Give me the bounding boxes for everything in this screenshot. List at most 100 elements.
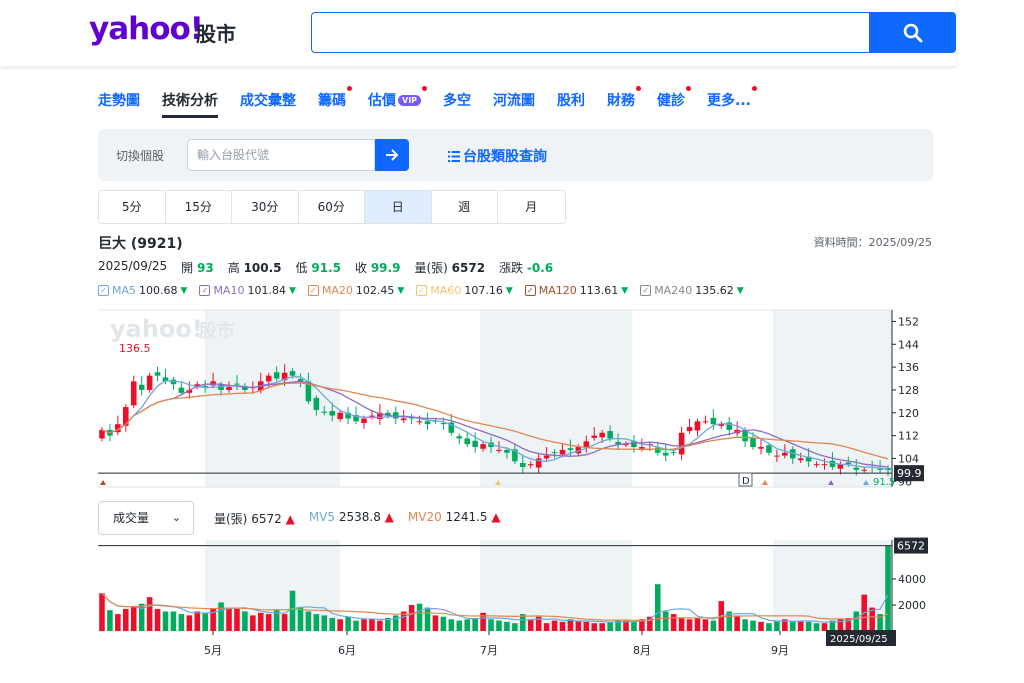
volume-bar: [797, 620, 804, 631]
volume-bar: [599, 623, 605, 631]
candle-body: [329, 411, 336, 416]
candle-body: [821, 464, 828, 466]
candle-body: [424, 421, 431, 425]
volume-bar: [178, 614, 185, 631]
volume-bar: [123, 608, 129, 631]
candle-body: [702, 421, 709, 423]
candle-body: [567, 448, 574, 450]
month-band: [205, 540, 340, 631]
event-triangle: [100, 480, 106, 485]
y-tick-label: 152: [898, 315, 919, 328]
candle-body: [599, 432, 605, 438]
date-tag-text: 2025/09/25: [830, 634, 888, 645]
volume-bar: [575, 620, 582, 631]
volume-bar: [218, 602, 224, 631]
candle-body: [464, 438, 470, 445]
candle-body: [861, 469, 867, 471]
volume-bar: [377, 620, 383, 631]
candle-body: [845, 462, 852, 465]
volume-bar: [432, 615, 439, 631]
volume-bar: [202, 612, 208, 631]
y-tick-label: 104: [898, 452, 919, 465]
candle-body: [480, 444, 486, 449]
candle-body: [750, 437, 756, 448]
y-tick-label: 2000: [898, 599, 926, 612]
volume-bar: [345, 616, 351, 631]
y-tick-label: 120: [898, 407, 919, 420]
candle-body: [321, 411, 328, 413]
candle-body: [766, 445, 772, 453]
volume-bar: [321, 615, 328, 631]
candle-body: [289, 371, 296, 376]
volume-bar: [440, 616, 447, 631]
volume-bar: [766, 623, 772, 631]
y-tick-label: 136: [898, 361, 919, 374]
volume-bar: [543, 623, 550, 631]
volume-indicator-select[interactable]: 成交量 ⌄: [98, 501, 194, 535]
volume-bar: [670, 614, 677, 631]
x-tick-label: 5月: [204, 644, 222, 657]
stock-chart: yahoo!股市 15214413612812011210496136.591.5…: [98, 309, 928, 657]
candle-body: [670, 452, 677, 454]
volume-bar: [115, 614, 121, 631]
volume-bar: [496, 620, 502, 631]
volume-bar: [512, 623, 518, 631]
candle-body: [265, 375, 272, 382]
candle-body: [813, 464, 820, 466]
volume-bar: [710, 620, 717, 631]
candle-body: [527, 464, 534, 466]
candle-body: [710, 417, 717, 425]
candle-body: [583, 441, 590, 448]
volume-bar: [734, 615, 740, 631]
volume-bar: [750, 620, 756, 631]
volume-bar: [647, 616, 653, 631]
volume-bar: [789, 621, 796, 631]
candle-body: [123, 407, 129, 426]
candle-body: [782, 452, 788, 456]
candle-body: [559, 449, 566, 455]
vol-today: 量(張) 6572 ▲: [214, 512, 295, 526]
candle-body: [146, 375, 153, 390]
candle-body: [130, 381, 137, 406]
volume-bar: [607, 621, 613, 631]
volume-bar: [337, 619, 343, 631]
y-tick-label: 128: [898, 384, 919, 397]
candle-body: [662, 452, 669, 456]
candle-body: [154, 372, 161, 376]
volume-bar: [162, 611, 169, 631]
candle-body: [234, 383, 240, 385]
candle-body: [654, 447, 661, 453]
volume-bar: [289, 590, 296, 631]
chevron-down-icon: ⌄: [171, 511, 181, 524]
candle-body: [639, 447, 645, 449]
month-band: [480, 540, 632, 631]
min-price-label: 91.5: [873, 477, 895, 488]
candle-body: [520, 463, 526, 468]
volume-bar: [329, 618, 336, 631]
volume-bar: [146, 597, 153, 631]
candle-body: [774, 455, 780, 457]
volume-info: 量(張) 6572 ▲ MV5 2538.8 ▲ MV20 1241.5 ▲: [214, 510, 501, 527]
volume-bar: [654, 584, 661, 631]
candle-body: [138, 384, 145, 390]
volume-bar: [813, 623, 820, 631]
last-volume-text: 6572: [897, 540, 925, 553]
candle-body: [797, 458, 804, 461]
volume-bar: [853, 611, 860, 631]
candle-body: [853, 467, 860, 470]
volume-select-label: 成交量: [113, 511, 150, 525]
x-tick-label: 8月: [633, 644, 651, 657]
event-triangle: [762, 480, 768, 485]
volume-bar: [805, 621, 812, 631]
volume-bar: [313, 614, 320, 631]
candle-body: [607, 431, 613, 439]
x-tick-label: 9月: [771, 644, 789, 657]
volume-bar: [194, 611, 201, 631]
y-tick-label: 4000: [898, 573, 926, 586]
volume-bar: [226, 607, 232, 631]
last-price-text: 99.9: [897, 467, 922, 480]
marker-label: D: [742, 476, 750, 487]
candle-body: [694, 421, 701, 431]
max-price-label: 136.5: [119, 342, 151, 355]
volume-bar: [583, 621, 590, 631]
